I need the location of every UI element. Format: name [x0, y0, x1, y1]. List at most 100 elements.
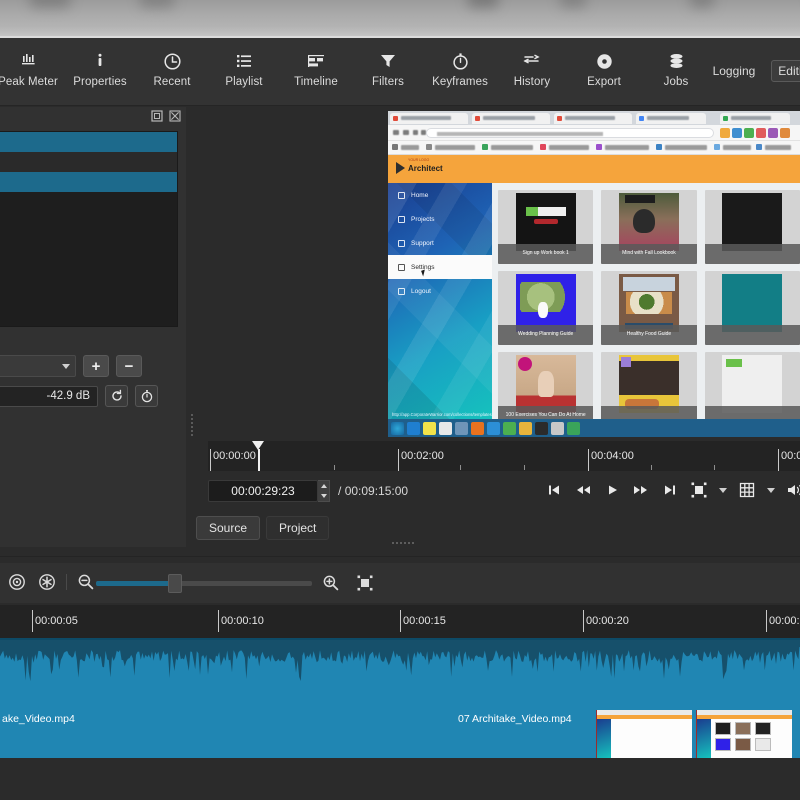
site-sidebar-item-support[interactable]: Support [388, 231, 492, 255]
toolbar-item-keyframes[interactable]: Keyframes [424, 42, 496, 88]
zoom-out-icon[interactable] [75, 571, 97, 593]
float-panel-icon[interactable] [150, 109, 164, 123]
toolbar-item-properties[interactable]: Properties [64, 42, 136, 88]
add-filter-button[interactable]: + [83, 355, 109, 377]
toolbar-item-label: Timeline [294, 76, 338, 88]
mode-editing-button[interactable]: Editing [771, 60, 800, 82]
firefox-icon[interactable] [471, 421, 484, 435]
edge-icon[interactable] [487, 421, 500, 435]
tab-project[interactable]: Project [266, 516, 330, 540]
toolbar-item-filters[interactable]: Filters [352, 42, 424, 88]
grid-button[interactable] [738, 481, 756, 499]
time-stepper[interactable] [318, 480, 330, 502]
current-time-field[interactable]: 00:00:29:23 [208, 480, 318, 502]
play-button[interactable] [603, 481, 621, 499]
scrubber-tick-label: 00:04:00 [591, 450, 634, 462]
history-icon [522, 48, 542, 74]
toolbar-item-playlist[interactable]: Playlist [208, 42, 280, 88]
close-panel-icon[interactable] [168, 109, 182, 123]
filter-list[interactable] [0, 131, 178, 327]
window-icon[interactable] [551, 421, 564, 435]
panel-splitter-handle[interactable] [189, 412, 195, 438]
site-sidebar-label: Home [411, 191, 429, 199]
video-clip-row[interactable]: ake_Video.mp4 07 Architake_Video.mp4 [0, 710, 800, 758]
logo-triangle-icon [396, 162, 405, 174]
toolbar-item-export[interactable]: Export [568, 42, 640, 88]
template-card[interactable]: Sign up Work book 1 [498, 190, 594, 264]
site-sidebar-item-logout[interactable]: Logout [388, 279, 492, 303]
template-card[interactable]: Healthy Food Guide [601, 271, 697, 345]
toolbar-item-jobs[interactable]: Jobs [640, 42, 712, 88]
site-name: Architect [408, 163, 443, 173]
video-preview[interactable]: Architect YOUR LOGO Home Projects Suppor… [388, 111, 800, 437]
scrubber-playhead[interactable] [252, 441, 265, 471]
remove-filter-button[interactable]: − [116, 355, 142, 377]
browser-address-bar [388, 125, 800, 141]
mouse-cursor-icon [421, 269, 427, 277]
timeline-options-icon[interactable] [36, 571, 58, 593]
reset-icon[interactable] [105, 385, 128, 407]
toolbar-item-peak-meter[interactable]: Peak Meter [0, 42, 64, 88]
template-card[interactable] [704, 190, 800, 264]
timeline-zoom-slider-handle[interactable] [168, 574, 182, 593]
template-card[interactable] [704, 271, 800, 345]
tab-source[interactable]: Source [196, 516, 261, 540]
audio-clip[interactable] [0, 638, 800, 710]
preset-combo[interactable] [0, 355, 76, 377]
timeline-ruler[interactable]: 00:00:05 00:00:10 00:00:15 00:00:20 00:0… [0, 605, 800, 638]
app-icon[interactable] [455, 421, 468, 435]
site-sidebar-label: Support [411, 239, 434, 247]
skip-next-button[interactable] [661, 481, 679, 499]
ie-icon[interactable] [407, 421, 420, 435]
toolbar-item-recent[interactable]: Recent [136, 42, 208, 88]
explorer-icon[interactable] [439, 421, 452, 435]
template-card[interactable]: 100 Exercises You Can Do At Home [498, 352, 594, 426]
template-card-grid: Sign up Work book 1 Mind with Fall Lookb… [492, 183, 800, 426]
timeline-zoom-slider[interactable] [96, 574, 312, 593]
site-sidebar-item-settings[interactable]: Settings [388, 255, 492, 279]
folder-icon[interactable] [519, 421, 532, 435]
site-sidebar-label: Logout [411, 287, 431, 295]
notes-icon[interactable] [423, 421, 436, 435]
template-card-caption: Mind with Fall Lookbook [622, 250, 676, 256]
chrome-icon[interactable] [503, 421, 516, 435]
rewind-button[interactable] [574, 481, 592, 499]
level-db-field[interactable]: -42.9 dB [0, 385, 98, 407]
player-scrubber[interactable]: 00:00:00 00:02:00 00:04:00 00:0 [208, 441, 800, 471]
filter-list-item[interactable] [0, 152, 177, 172]
toolbar-item-label: Keyframes [432, 76, 488, 88]
template-card[interactable]: Mind with Fall Lookbook [601, 190, 697, 264]
mode-logging-button[interactable]: Logging [707, 61, 762, 81]
template-card[interactable] [601, 352, 697, 426]
toolbar-item-history[interactable]: History [496, 42, 568, 88]
horizontal-splitter-handle[interactable] [392, 542, 414, 544]
skip-previous-button[interactable] [545, 481, 563, 499]
toolbar-item-label: Properties [73, 76, 127, 88]
zoom-fit-button[interactable] [690, 481, 708, 499]
terminal-icon[interactable] [535, 421, 548, 435]
site-sidebar-item-home[interactable]: Home [388, 183, 492, 207]
filter-list-item[interactable] [0, 132, 177, 152]
timeline-zoom-fit-icon[interactable] [354, 572, 376, 594]
volume-button[interactable] [786, 481, 800, 499]
timeline-track: ake_Video.mp4 07 Architake_Video.mp4 [0, 638, 800, 766]
filter-list-item[interactable] [0, 172, 177, 192]
template-card[interactable] [704, 352, 800, 426]
zoom-dropdown-chevron-down-icon[interactable] [719, 487, 727, 493]
misc-icon[interactable] [567, 421, 580, 435]
grid-dropdown-chevron-down-icon[interactable] [767, 487, 775, 493]
site-sidebar-item-projects[interactable]: Projects [388, 207, 492, 231]
zoom-in-icon[interactable] [320, 572, 342, 594]
toolbar-item-timeline[interactable]: Timeline [280, 42, 352, 88]
os-taskbar [388, 419, 800, 437]
fast-forward-button[interactable] [632, 481, 650, 499]
clock-icon [163, 48, 182, 74]
timeline-tick-label: 00:00:2 [769, 615, 800, 627]
keyframe-stopwatch-icon[interactable] [135, 385, 158, 407]
start-icon[interactable] [391, 421, 404, 435]
scrubber-tick-label: 00:0 [781, 450, 800, 462]
transport-controls: 00:00:29:23 / 00:09:15:00 [208, 480, 800, 506]
timeline-menu-icon[interactable] [6, 571, 28, 593]
clip-label: 07 Architake_Video.mp4 [458, 713, 572, 725]
template-card[interactable]: Wedding Planning Guide [498, 271, 594, 345]
